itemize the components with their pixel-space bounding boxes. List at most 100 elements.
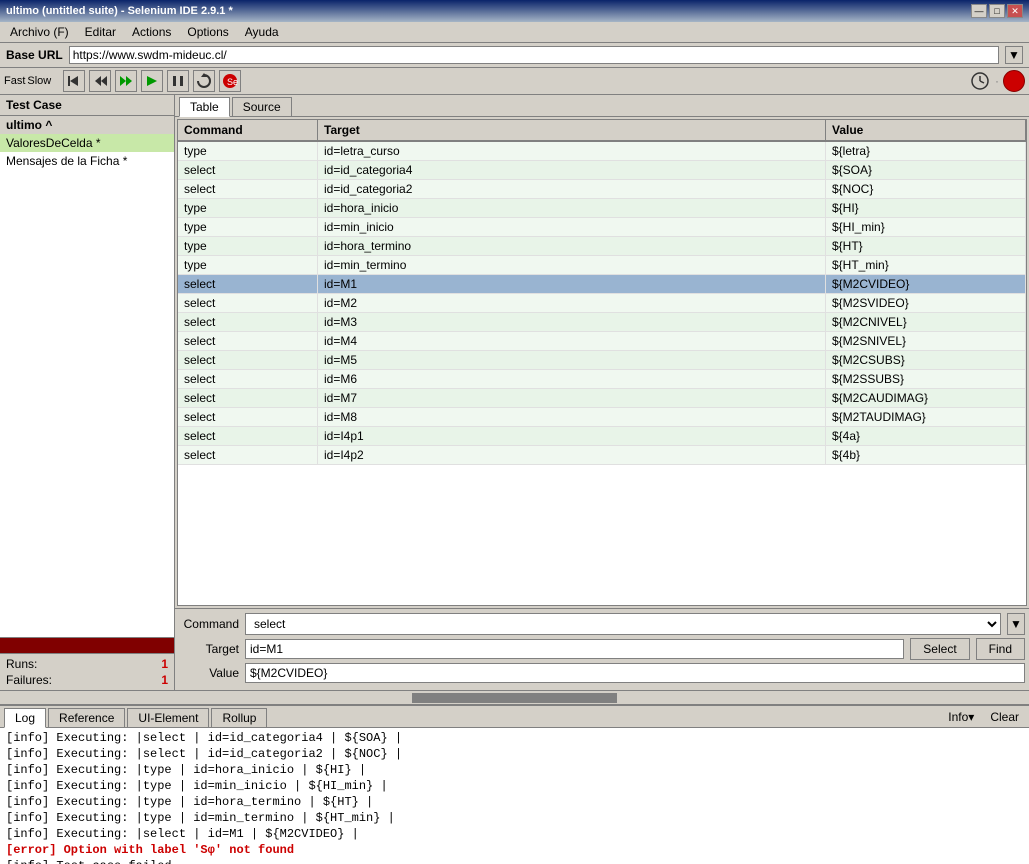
window-controls: — □ ✕ bbox=[971, 4, 1023, 18]
table-row[interactable]: selectid=M6${M2SSUBS} bbox=[178, 370, 1026, 389]
table-cell-command: select bbox=[178, 294, 318, 312]
menu-item-options[interactable]: Options bbox=[181, 24, 234, 40]
find-button[interactable]: Find bbox=[976, 638, 1025, 660]
toolbar-btn-prev[interactable] bbox=[89, 70, 111, 92]
base-url-bar: Base URL ▼ bbox=[0, 43, 1029, 68]
table-cell-command: type bbox=[178, 218, 318, 236]
table-cell-value: ${M2CVIDEO} bbox=[826, 275, 1026, 293]
table-header-target: Target bbox=[318, 120, 826, 140]
close-button[interactable]: ✕ bbox=[1007, 4, 1023, 18]
table-cell-target: id=M8 bbox=[318, 408, 826, 426]
target-input[interactable] bbox=[245, 639, 904, 659]
failures-label: Failures: bbox=[6, 673, 52, 687]
bottom-tab-log[interactable]: Log bbox=[4, 708, 46, 728]
menu-item-archivof[interactable]: Archivo (F) bbox=[4, 24, 75, 40]
test-case-list: ultimo ^ ValoresDeCelda *Mensajes de la … bbox=[0, 116, 174, 637]
speed-fast-label: Fast bbox=[4, 75, 25, 87]
log-line: [info] Executing: |type | id=min_inicio … bbox=[6, 778, 1023, 794]
table-row[interactable]: selectid=M7${M2CAUDIMAG} bbox=[178, 389, 1026, 408]
table-row[interactable]: selectid=M4${M2SNIVEL} bbox=[178, 332, 1026, 351]
toolbar-btn-first[interactable] bbox=[63, 70, 85, 92]
horizontal-scroll-track[interactable] bbox=[0, 693, 1029, 703]
runs-value: 1 bbox=[161, 657, 168, 671]
table-row[interactable]: selectid=M3${M2CNIVEL} bbox=[178, 313, 1026, 332]
horizontal-scroll-area bbox=[0, 690, 1029, 704]
toolbar-right: · bbox=[969, 70, 1025, 92]
command-table-container: CommandTargetValue typeid=letra_curso${l… bbox=[177, 119, 1027, 606]
record-button[interactable] bbox=[1003, 70, 1025, 92]
bottom-tab-reference[interactable]: Reference bbox=[48, 708, 125, 727]
table-cell-value: ${M2CNIVEL} bbox=[826, 313, 1026, 331]
bottom-tab-uielement[interactable]: UI-Element bbox=[127, 708, 209, 727]
menu-item-ayuda[interactable]: Ayuda bbox=[239, 24, 285, 40]
table-cell-command: type bbox=[178, 142, 318, 160]
table-row[interactable]: selectid=M1${M2CVIDEO} bbox=[178, 275, 1026, 294]
tab-source[interactable]: Source bbox=[232, 97, 292, 116]
log-line: [error] Option with label 'Sφ' not found bbox=[6, 842, 1023, 858]
table-cell-command: type bbox=[178, 199, 318, 217]
log-line: [info] Executing: |select | id=M1 | ${M2… bbox=[6, 826, 1023, 842]
value-input[interactable] bbox=[245, 663, 1025, 683]
table-row[interactable]: selectid=I4p2${4b} bbox=[178, 446, 1026, 465]
right-panel: TableSource CommandTargetValue typeid=le… bbox=[175, 95, 1029, 690]
table-cell-value: ${letra} bbox=[826, 142, 1026, 160]
toolbar-btn-run[interactable] bbox=[141, 70, 163, 92]
log-line: [info] Executing: |select | id=id_catego… bbox=[6, 730, 1023, 746]
table-row[interactable]: typeid=letra_curso${letra} bbox=[178, 142, 1026, 161]
table-cell-command: select bbox=[178, 180, 318, 198]
base-url-dropdown[interactable]: ▼ bbox=[1005, 46, 1023, 64]
base-url-input[interactable] bbox=[69, 46, 999, 64]
horizontal-scrollbar-thumb[interactable] bbox=[412, 693, 618, 703]
table-row[interactable]: selectid=id_categoria2${NOC} bbox=[178, 180, 1026, 199]
table-cell-command: select bbox=[178, 427, 318, 445]
table-cell-command: select bbox=[178, 332, 318, 350]
table-row[interactable]: typeid=hora_termino${HT} bbox=[178, 237, 1026, 256]
bottom-tab-rollup[interactable]: Rollup bbox=[211, 708, 267, 727]
table-row[interactable]: selectid=M5${M2CSUBS} bbox=[178, 351, 1026, 370]
toolbar-btn-pause[interactable] bbox=[167, 70, 189, 92]
table-row[interactable]: selectid=M2${M2SVIDEO} bbox=[178, 294, 1026, 313]
command-dropdown-arrow[interactable]: ▼ bbox=[1007, 613, 1025, 635]
speed-slow-label: Slow bbox=[27, 75, 51, 87]
minimize-button[interactable]: — bbox=[971, 4, 987, 18]
maximize-button[interactable]: □ bbox=[989, 4, 1005, 18]
clear-button[interactable]: Clear bbox=[984, 709, 1025, 725]
log-content: [info] Executing: |select | id=id_catego… bbox=[0, 728, 1029, 864]
table-cell-command: select bbox=[178, 275, 318, 293]
table-header-value: Value bbox=[826, 120, 1026, 140]
table-row[interactable]: selectid=id_categoria4${SOA} bbox=[178, 161, 1026, 180]
bottom-panel: LogReferenceUI-ElementRollup Info▾ Clear… bbox=[0, 704, 1029, 864]
table-cell-target: id=M3 bbox=[318, 313, 826, 331]
target-row: Target Select Find bbox=[179, 638, 1025, 660]
select-button[interactable]: Select bbox=[910, 638, 969, 660]
table-row[interactable]: typeid=hora_inicio${HI} bbox=[178, 199, 1026, 218]
tab-table[interactable]: Table bbox=[179, 97, 230, 117]
table-cell-target: id=M1 bbox=[318, 275, 826, 293]
table-cell-target: id=I4p2 bbox=[318, 446, 826, 464]
table-row[interactable]: selectid=I4p1${4a} bbox=[178, 427, 1026, 446]
table-header: CommandTargetValue bbox=[178, 120, 1026, 142]
menu-item-editar[interactable]: Editar bbox=[79, 24, 122, 40]
table-cell-target: id=min_termino bbox=[318, 256, 826, 274]
table-body[interactable]: typeid=letra_curso${letra}selectid=id_ca… bbox=[178, 142, 1026, 605]
toolbar-btn-run-all[interactable] bbox=[115, 70, 137, 92]
test-case-item-1[interactable]: Mensajes de la Ficha * bbox=[0, 152, 174, 170]
info-button[interactable]: Info▾ bbox=[942, 709, 980, 725]
table-row[interactable]: typeid=min_inicio${HI_min} bbox=[178, 218, 1026, 237]
table-cell-value: ${NOC} bbox=[826, 180, 1026, 198]
toolbar: Fast Slow Se · bbox=[0, 68, 1029, 95]
failures-value: 1 bbox=[161, 673, 168, 687]
table-cell-target: id=M6 bbox=[318, 370, 826, 388]
bottom-tab-right: Info▾ Clear bbox=[942, 708, 1025, 727]
test-case-item-0[interactable]: ValoresDeCelda * bbox=[0, 134, 174, 152]
table-cell-command: select bbox=[178, 351, 318, 369]
toolbar-btn-step[interactable] bbox=[193, 70, 215, 92]
menu-bar: Archivo (F)EditarActionsOptions Ayuda bbox=[0, 22, 1029, 43]
runs-stat: Runs: 1 bbox=[6, 656, 168, 672]
command-field-label: Command bbox=[179, 617, 239, 631]
menu-item-actions[interactable]: Actions bbox=[126, 24, 177, 40]
table-row[interactable]: selectid=M8${M2TAUDIMAG} bbox=[178, 408, 1026, 427]
table-row[interactable]: typeid=min_termino${HT_min} bbox=[178, 256, 1026, 275]
command-select[interactable]: select bbox=[245, 613, 1001, 635]
toolbar-btn-selenium[interactable]: Se bbox=[219, 70, 241, 92]
